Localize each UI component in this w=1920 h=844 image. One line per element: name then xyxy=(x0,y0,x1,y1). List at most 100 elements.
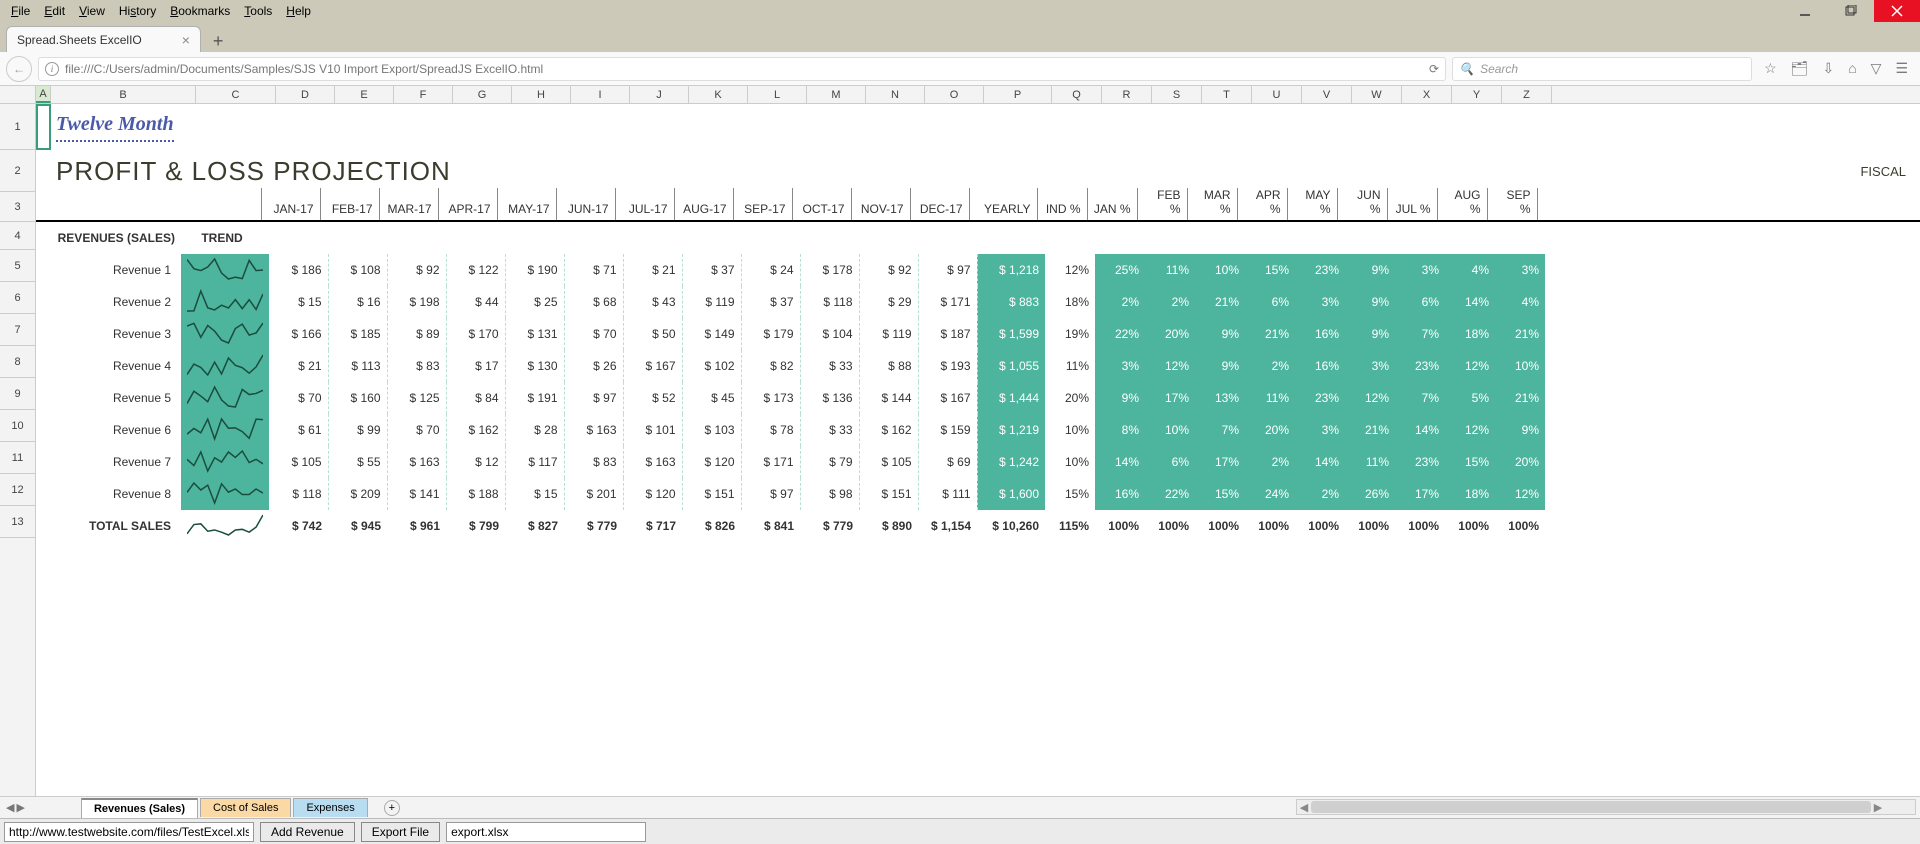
library-icon[interactable]: 🗂 xyxy=(1791,60,1809,77)
close-button[interactable] xyxy=(1874,0,1920,22)
col-header-I[interactable]: I xyxy=(571,86,630,103)
row-header-7[interactable]: 7 xyxy=(0,314,35,346)
back-button[interactable]: ← xyxy=(6,56,32,82)
row-header-6[interactable]: 6 xyxy=(0,282,35,314)
sheet-content[interactable]: Twelve Month PROFIT & LOSS PROJECTION FI… xyxy=(36,104,1920,796)
col-header-S[interactable]: S xyxy=(1152,86,1202,103)
col-header-Z[interactable]: Z xyxy=(1502,86,1552,103)
sheet-tab-expenses[interactable]: Expenses xyxy=(293,798,367,817)
browser-tabbar: Spread.Sheets ExcelIO × + xyxy=(0,22,1920,52)
search-bar[interactable]: 🔍 Search xyxy=(1452,57,1752,81)
pocket-icon[interactable]: ▽ xyxy=(1871,60,1882,77)
menu-edit[interactable]: Edit xyxy=(37,2,72,20)
sheet-nav-last[interactable]: ▶ xyxy=(16,801,24,814)
menu-tools[interactable]: Tools xyxy=(237,2,279,20)
revenue-row: Revenue 1$ 186$ 108$ 92$ 122$ 190$ 71$ 2… xyxy=(36,254,1545,286)
col-header-B[interactable]: B xyxy=(51,86,196,103)
row-header-4[interactable]: 4 xyxy=(0,222,35,250)
row-header-13[interactable]: 13 xyxy=(0,506,35,538)
col-header-F[interactable]: F xyxy=(394,86,453,103)
sheet-tab-cost[interactable]: Cost of Sales xyxy=(200,798,291,817)
row-header-3[interactable]: 3 xyxy=(0,192,35,222)
col-header-P[interactable]: P xyxy=(984,86,1052,103)
col-header-H[interactable]: H xyxy=(512,86,571,103)
browser-urlbar: ← i file:///C:/Users/admin/Documents/Sam… xyxy=(0,52,1920,86)
col-header-N[interactable]: N xyxy=(866,86,925,103)
col-header-J[interactable]: J xyxy=(630,86,689,103)
row-headers: 12345678910111213 xyxy=(0,104,36,796)
bottom-toolbar: Add Revenue Export File xyxy=(0,818,1920,844)
minimize-button[interactable] xyxy=(1782,0,1828,22)
scroll-right-icon[interactable]: ▶ xyxy=(1871,801,1885,814)
app-menubar: File Edit View History Bookmarks Tools H… xyxy=(0,0,1920,22)
total-row: TOTAL SALES$ 742$ 945$ 961$ 799$ 827$ 77… xyxy=(36,510,1545,542)
col-header-M[interactable]: M xyxy=(807,86,866,103)
col-header-U[interactable]: U xyxy=(1252,86,1302,103)
menu-file[interactable]: File xyxy=(4,2,37,20)
menu-icon[interactable]: ☰ xyxy=(1895,60,1908,77)
add-sheet-button[interactable]: + xyxy=(384,800,400,816)
row-header-8[interactable]: 8 xyxy=(0,346,35,378)
row-header-2[interactable]: 2 xyxy=(0,150,35,192)
reload-icon[interactable]: ⟳ xyxy=(1429,62,1439,76)
export-filename-input[interactable] xyxy=(446,822,646,842)
col-header-Q[interactable]: Q xyxy=(1052,86,1102,103)
new-tab-button[interactable]: + xyxy=(207,31,230,52)
header-row: JAN-17FEB-17MAR-17APR-17MAY-17JUN-17JUL-… xyxy=(36,188,1537,220)
revenue-row: Revenue 5$ 70$ 160$ 125$ 84$ 191$ 97$ 52… xyxy=(36,382,1545,414)
col-header-E[interactable]: E xyxy=(335,86,394,103)
home-icon[interactable]: ⌂ xyxy=(1848,60,1856,77)
row-header-5[interactable]: 5 xyxy=(0,250,35,282)
col-header-G[interactable]: G xyxy=(453,86,512,103)
spreadsheet: ABCDEFGHIJKLMNOPQRSTUVWXYZ 1234567891011… xyxy=(0,86,1920,818)
col-header-Y[interactable]: Y xyxy=(1452,86,1502,103)
data-table: REVENUES (SALES)TRENDRevenue 1$ 186$ 108… xyxy=(36,222,1546,542)
tab-title: Spread.Sheets ExcelIO xyxy=(17,33,142,47)
doc-subtitle: Twelve Month xyxy=(56,113,174,142)
doc-title: PROFIT & LOSS PROJECTION xyxy=(56,156,451,187)
col-header-R[interactable]: R xyxy=(1102,86,1152,103)
col-header-T[interactable]: T xyxy=(1202,86,1252,103)
scroll-thumb[interactable] xyxy=(1311,801,1871,813)
column-headers: ABCDEFGHIJKLMNOPQRSTUVWXYZ xyxy=(0,86,1920,104)
revenue-row: Revenue 6$ 61$ 99$ 70$ 162$ 28$ 163$ 101… xyxy=(36,414,1545,446)
menu-bookmarks[interactable]: Bookmarks xyxy=(163,2,237,20)
sheet-nav-first[interactable]: ◀ xyxy=(6,801,14,814)
col-header-X[interactable]: X xyxy=(1402,86,1452,103)
add-revenue-button[interactable]: Add Revenue xyxy=(260,822,355,842)
col-header-V[interactable]: V xyxy=(1302,86,1352,103)
row-header-11[interactable]: 11 xyxy=(0,442,35,474)
browser-tab[interactable]: Spread.Sheets ExcelIO × xyxy=(6,26,201,52)
site-info-icon[interactable]: i xyxy=(45,62,59,76)
download-icon[interactable]: ⇩ xyxy=(1822,60,1834,77)
import-url-input[interactable] xyxy=(4,822,254,842)
horizontal-scrollbar[interactable]: ◀ ▶ xyxy=(1296,799,1916,815)
col-header-A[interactable]: A xyxy=(36,86,51,103)
maximize-button[interactable] xyxy=(1828,0,1874,22)
tab-close-icon[interactable]: × xyxy=(182,32,190,48)
menu-history[interactable]: History xyxy=(112,2,163,20)
col-header-W[interactable]: W xyxy=(1352,86,1402,103)
col-header-D[interactable]: D xyxy=(276,86,335,103)
sheet-tab-revenues[interactable]: Revenues (Sales) xyxy=(81,798,198,818)
star-icon[interactable]: ☆ xyxy=(1764,60,1777,77)
revenue-row: Revenue 3$ 166$ 185$ 89$ 170$ 131$ 70$ 5… xyxy=(36,318,1545,350)
revenue-row: Revenue 8$ 118$ 209$ 141$ 188$ 15$ 201$ … xyxy=(36,478,1545,510)
select-all-corner[interactable] xyxy=(0,86,36,103)
col-header-C[interactable]: C xyxy=(196,86,276,103)
address-bar[interactable]: i file:///C:/Users/admin/Documents/Sampl… xyxy=(38,57,1446,81)
menu-help[interactable]: Help xyxy=(279,2,318,20)
col-header-K[interactable]: K xyxy=(689,86,748,103)
col-header-O[interactable]: O xyxy=(925,86,984,103)
toolbar-icons: ☆ 🗂 ⇩ ⌂ ▽ ☰ xyxy=(1758,60,1914,77)
revenue-row: Revenue 4$ 21$ 113$ 83$ 17$ 130$ 26$ 167… xyxy=(36,350,1545,382)
row-header-12[interactable]: 12 xyxy=(0,474,35,506)
row-header-9[interactable]: 9 xyxy=(0,378,35,410)
scroll-left-icon[interactable]: ◀ xyxy=(1297,801,1311,814)
export-file-button[interactable]: Export File xyxy=(361,822,440,842)
col-header-L[interactable]: L xyxy=(748,86,807,103)
menu-view[interactable]: View xyxy=(72,2,112,20)
fiscal-label: FISCAL xyxy=(1860,164,1906,179)
row-header-1[interactable]: 1 xyxy=(0,104,35,150)
row-header-10[interactable]: 10 xyxy=(0,410,35,442)
